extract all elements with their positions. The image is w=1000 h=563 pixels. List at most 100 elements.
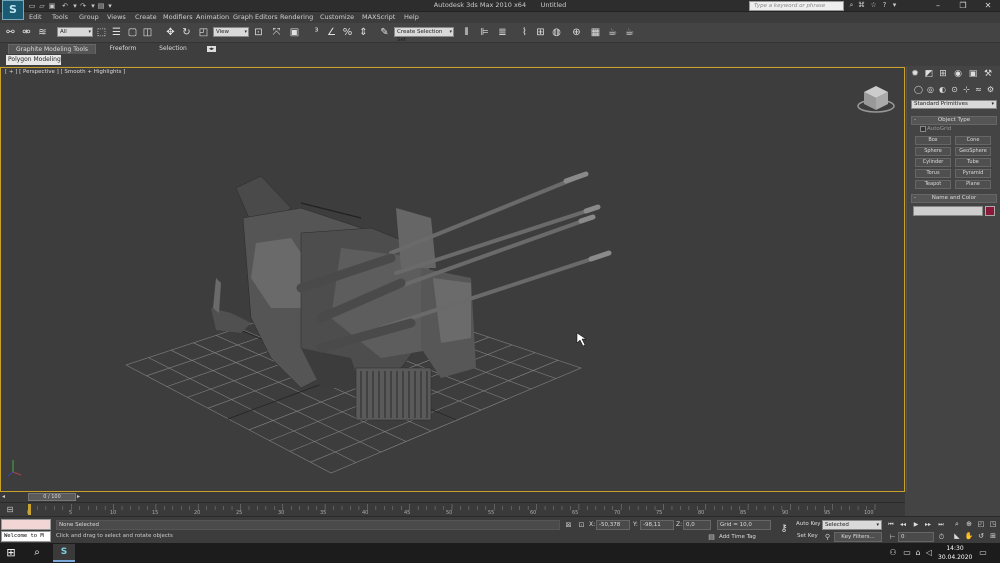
- menu-modifiers[interactable]: Modifiers: [163, 13, 193, 21]
- time-tag-icon[interactable]: ▤: [707, 533, 716, 542]
- close-icon[interactable]: ✕: [976, 0, 1000, 12]
- hierarchy-tab-icon[interactable]: ⊞: [937, 69, 949, 80]
- spinner-snap-icon[interactable]: ⇕: [357, 26, 370, 39]
- track-bar[interactable]: ⊟ 0 5 10 15 20 25 30 35 40 45 50 55 60 6…: [0, 502, 905, 516]
- clock-time[interactable]: 14:30: [938, 545, 972, 552]
- menu-views[interactable]: Views: [107, 13, 126, 21]
- layer-manager-icon[interactable]: ≣: [496, 26, 509, 39]
- lock-selection-icon[interactable]: ⊠: [564, 521, 573, 530]
- quick-access-dropdown-icon[interactable]: ▾: [106, 2, 114, 10]
- perspective-viewport[interactable]: [ + ] [ Perspective ] [ Smooth + Highlig…: [0, 67, 905, 492]
- tray-people-icon[interactable]: ⚇: [888, 547, 898, 559]
- box-button[interactable]: Box: [915, 136, 951, 145]
- torus-button[interactable]: Torus: [915, 169, 951, 178]
- save-file-icon[interactable]: ▣: [48, 2, 56, 10]
- utilities-tab-icon[interactable]: ⚒: [982, 69, 994, 80]
- rollout-object-type[interactable]: - Object Type: [911, 116, 997, 125]
- percent-snap-icon[interactable]: %: [341, 26, 354, 39]
- angle-snap-icon[interactable]: ∠: [325, 26, 338, 39]
- menu-rendering[interactable]: Rendering: [280, 13, 313, 21]
- application-button[interactable]: S: [2, 0, 24, 20]
- help-icon[interactable]: ?: [880, 1, 889, 10]
- favorites-icon[interactable]: ☆: [869, 1, 878, 10]
- windows-start-icon[interactable]: ⊞: [3, 546, 19, 560]
- current-frame-field[interactable]: 0: [898, 532, 934, 542]
- open-file-icon[interactable]: ▱: [38, 2, 46, 10]
- curve-editor-icon[interactable]: ⌇: [518, 26, 531, 39]
- keyboard-shortcut-override-icon[interactable]: ▣: [288, 26, 301, 39]
- create-tab-icon[interactable]: ✹: [909, 69, 921, 80]
- pan-view-icon[interactable]: ✋: [964, 531, 974, 541]
- object-category-dropdown[interactable]: Standard Primitives ▾: [911, 100, 997, 109]
- select-and-rotate-icon[interactable]: ↻: [180, 26, 193, 39]
- go-to-start-icon[interactable]: ⏮: [886, 520, 896, 530]
- link-icon[interactable]: ⚯: [4, 26, 17, 39]
- menu-graph-editors[interactable]: Graph Editors: [233, 13, 278, 21]
- selection-filter-dropdown[interactable]: All ▾: [57, 27, 93, 37]
- menu-tools[interactable]: Tools: [52, 13, 68, 21]
- zoom-all-icon[interactable]: ⊕: [964, 519, 974, 529]
- align-icon[interactable]: ⊫: [478, 26, 491, 39]
- cylinder-button[interactable]: Cylinder: [915, 158, 951, 167]
- render-iterative-icon[interactable]: ☕: [623, 26, 636, 39]
- redo-dropdown-icon[interactable]: ▾: [89, 2, 97, 10]
- undo-icon[interactable]: ↶: [61, 2, 69, 10]
- key-mode-toggle-icon[interactable]: ⊢: [888, 533, 897, 542]
- tray-volume-icon[interactable]: ◁: [924, 547, 934, 559]
- maximize-viewport-icon[interactable]: ⊞: [988, 531, 998, 541]
- schematic-view-icon[interactable]: ⊞: [534, 26, 547, 39]
- maximize-icon[interactable]: ❐: [951, 0, 975, 12]
- cameras-icon[interactable]: ⊙: [949, 84, 960, 95]
- minimize-icon[interactable]: –: [926, 0, 950, 12]
- object-color-swatch[interactable]: [985, 206, 995, 216]
- new-file-icon[interactable]: ▭: [28, 2, 36, 10]
- select-by-name-icon[interactable]: ☰: [110, 26, 123, 39]
- menu-help[interactable]: Help: [404, 13, 419, 21]
- sphere-button[interactable]: Sphere: [915, 147, 951, 156]
- rendered-frame-window-icon[interactable]: ▦: [589, 26, 602, 39]
- undo-dropdown-icon[interactable]: ▾: [71, 2, 79, 10]
- clock-date[interactable]: 30.04.2020: [938, 554, 972, 561]
- field-of-view-icon[interactable]: ◣: [952, 531, 962, 541]
- absolute-mode-icon[interactable]: ⊡: [577, 521, 586, 530]
- object-name-field[interactable]: [913, 206, 983, 216]
- render-production-icon[interactable]: ☕: [606, 26, 619, 39]
- bind-space-warp-icon[interactable]: ≋: [36, 26, 49, 39]
- autogrid-checkbox[interactable]: [920, 126, 926, 132]
- tab-selection[interactable]: Selection: [150, 44, 196, 54]
- add-time-tag-button[interactable]: Add Time Tag: [717, 532, 771, 542]
- maxscript-listener-input[interactable]: [1, 519, 51, 530]
- motion-tab-icon[interactable]: ◉: [952, 69, 964, 80]
- x-coordinate-field[interactable]: -50,378: [596, 520, 630, 530]
- helpers-icon[interactable]: ⊹: [961, 84, 972, 95]
- menu-customize[interactable]: Customize: [320, 13, 354, 21]
- key-filters-button[interactable]: Key Filters...: [834, 532, 882, 542]
- select-and-move-icon[interactable]: ✥: [164, 26, 177, 39]
- menu-animation[interactable]: Animation: [196, 13, 229, 21]
- maxscript-listener-output[interactable]: Welcome to M: [1, 531, 51, 542]
- orbit-icon[interactable]: ↺: [976, 531, 986, 541]
- zoom-icon[interactable]: ⌕: [952, 519, 962, 529]
- tray-battery-icon[interactable]: ▭: [902, 547, 912, 559]
- rectangular-selection-icon[interactable]: ▢: [126, 26, 139, 39]
- zoom-extents-all-icon[interactable]: ◳: [988, 519, 998, 529]
- plane-button[interactable]: Plane: [955, 180, 991, 189]
- display-tab-icon[interactable]: ▣: [967, 69, 979, 80]
- window-crossing-icon[interactable]: ◫: [141, 26, 154, 39]
- set-key-button[interactable]: Set Key: [797, 533, 818, 539]
- time-slider[interactable]: ◂ 0 / 100 ▸: [0, 492, 905, 502]
- taskbar-3dsmax-button[interactable]: S: [53, 544, 75, 562]
- communication-center-icon[interactable]: ⌘: [857, 1, 866, 10]
- teapot-button[interactable]: Teapot: [915, 180, 951, 189]
- modify-tab-icon[interactable]: ◩: [923, 69, 935, 80]
- reference-coordinate-dropdown[interactable]: View ▾: [213, 27, 249, 37]
- tube-button[interactable]: Tube: [955, 158, 991, 167]
- key-filters-icon[interactable]: ⚲: [823, 533, 832, 542]
- material-editor-icon[interactable]: ◍: [550, 26, 563, 39]
- help-dropdown-icon[interactable]: ▾: [890, 1, 899, 10]
- notification-center-icon[interactable]: ▭: [978, 547, 988, 559]
- rollout-name-and-color[interactable]: - Name and Color: [911, 194, 997, 203]
- auto-key-button[interactable]: Auto Key: [796, 521, 821, 527]
- menu-maxscript[interactable]: MAXScript: [362, 13, 395, 21]
- select-and-scale-icon[interactable]: ◰: [197, 26, 210, 39]
